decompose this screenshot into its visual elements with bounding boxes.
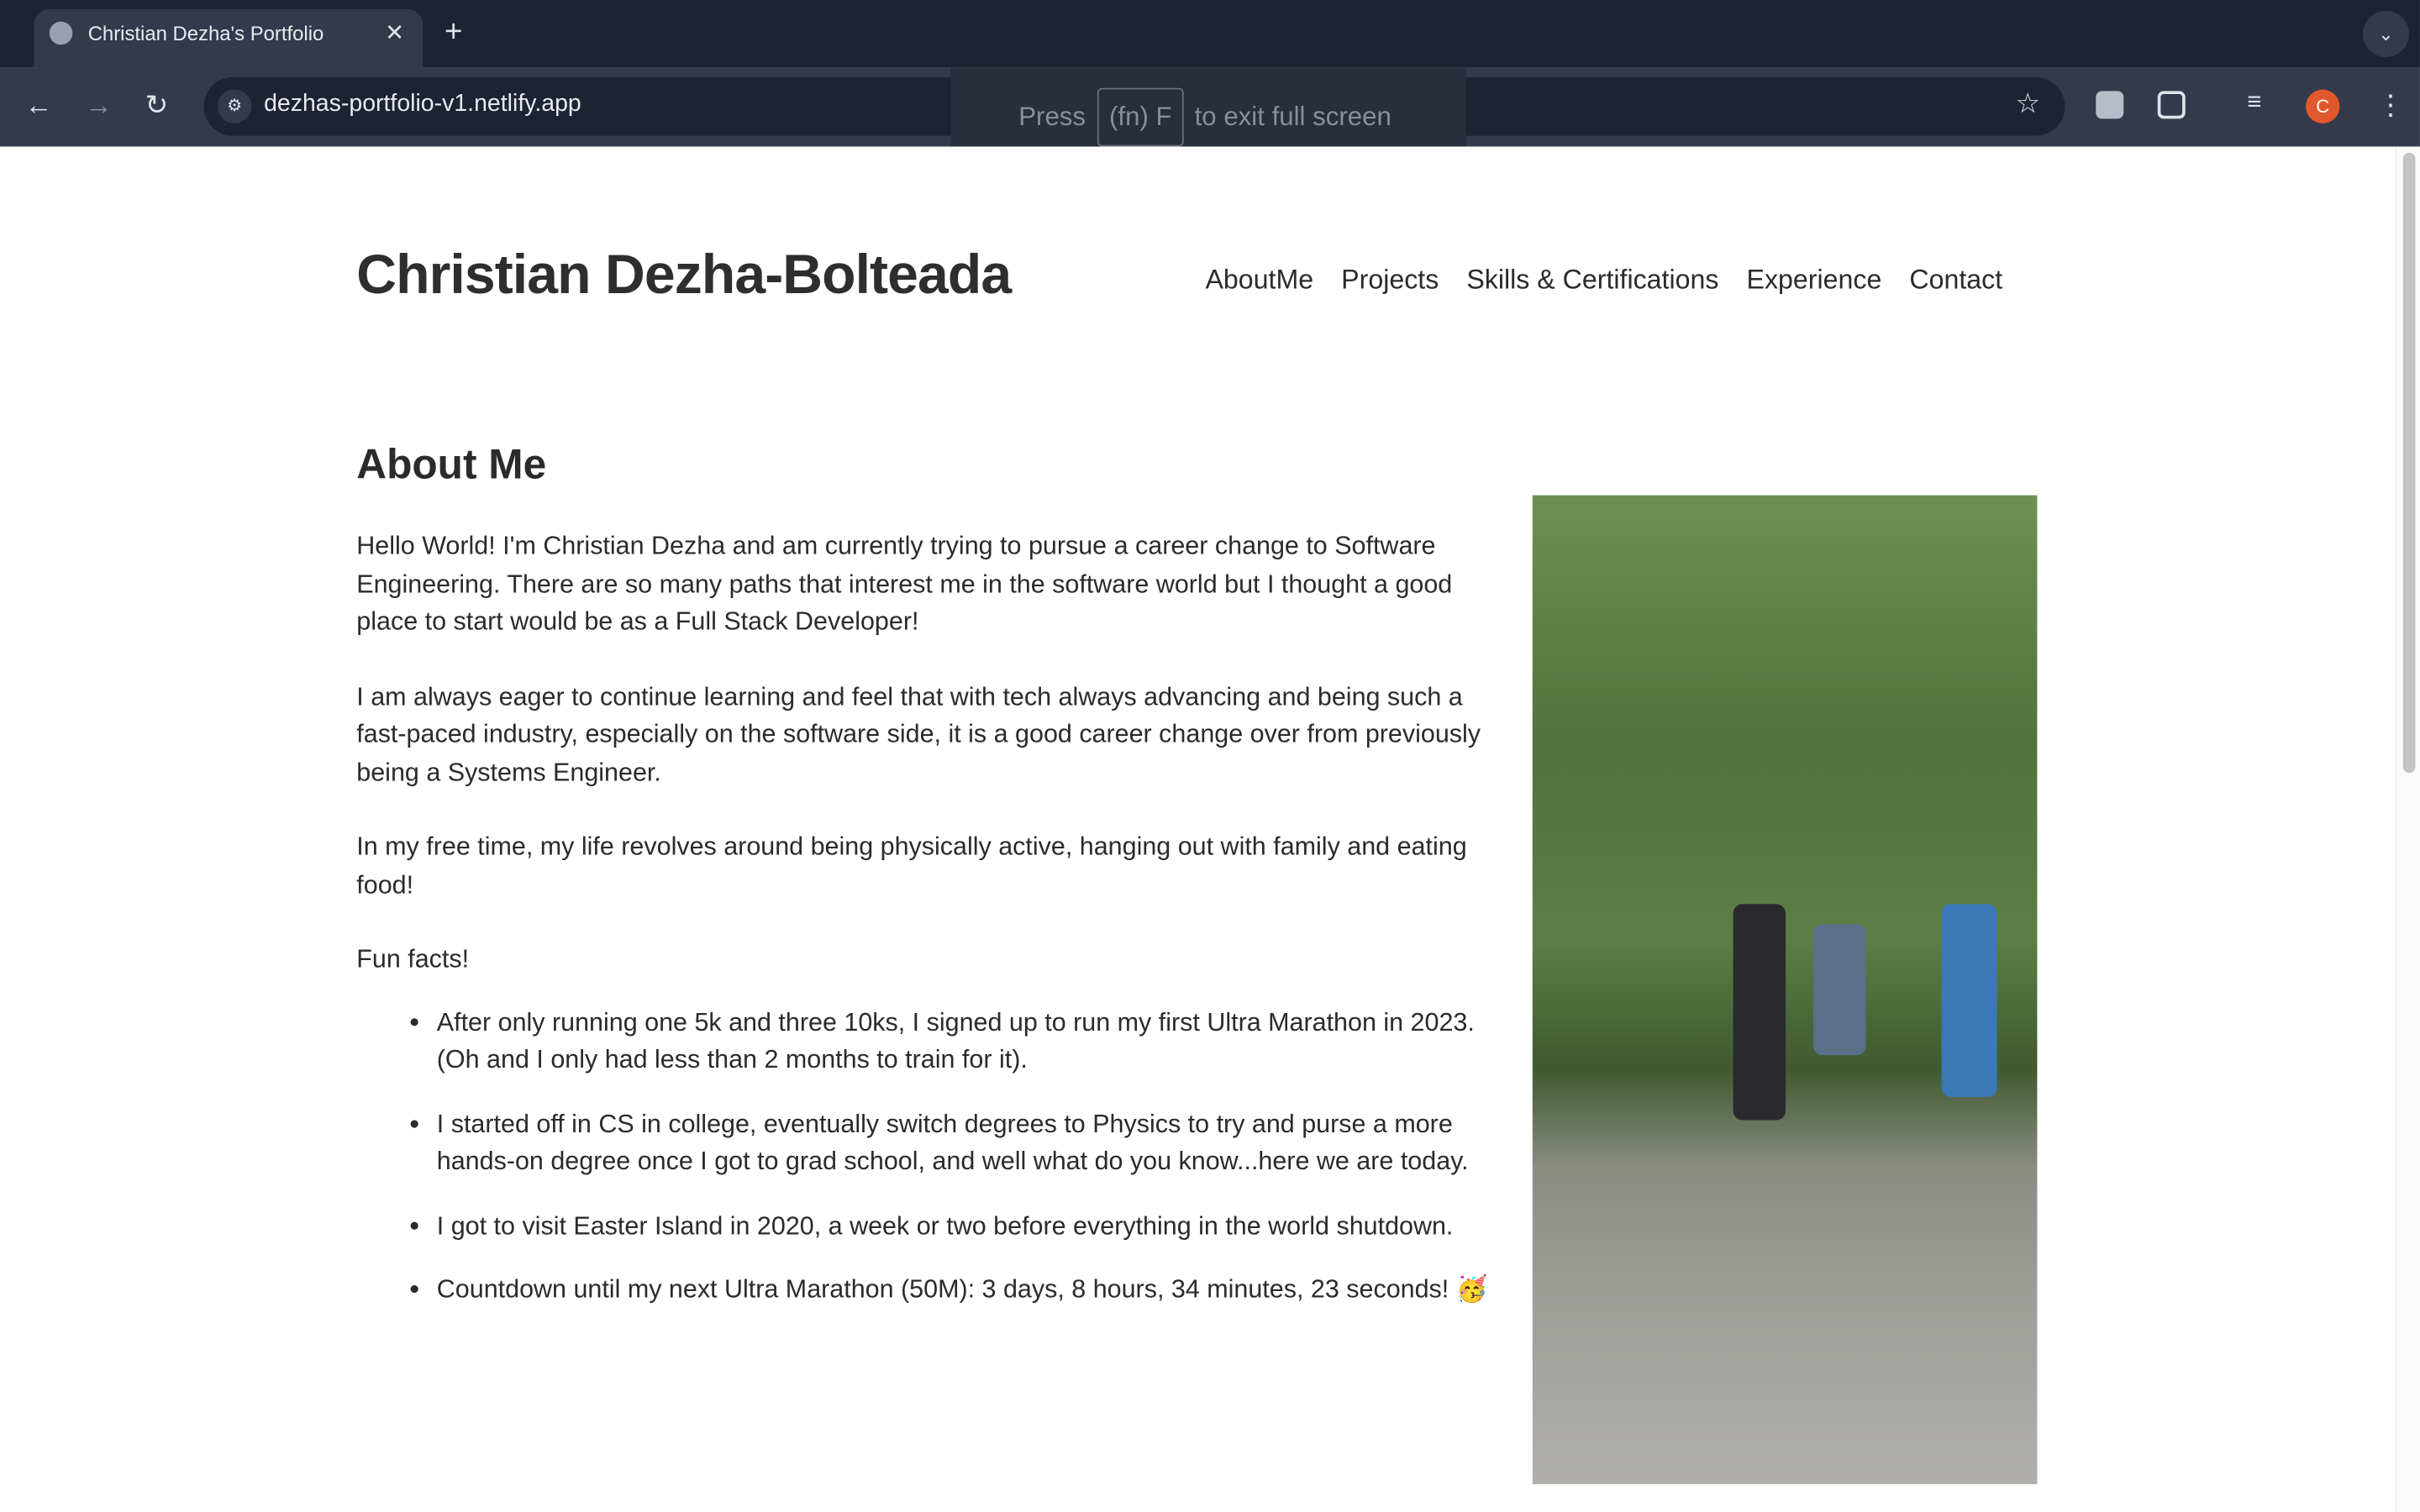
scrollbar[interactable] <box>2395 146 2420 1512</box>
fullscreen-notice: Press (fn) F to exit full screen <box>950 67 1466 160</box>
site-title: Christian Dezha-Bolteada <box>356 242 1012 306</box>
nav-experience[interactable]: Experience <box>1747 264 1882 297</box>
globe-icon <box>49 21 73 45</box>
photo-runner <box>1733 904 1786 1121</box>
list-item: I got to visit Easter Island in 2020, a … <box>437 1207 1511 1245</box>
nav-projects[interactable]: Projects <box>1341 264 1439 297</box>
list-item: I started off in CS in college, eventual… <box>437 1105 1511 1181</box>
paragraph: Hello World! I'm Christian Dezha and am … <box>356 530 1453 636</box>
profile-avatar[interactable]: C <box>2306 89 2340 123</box>
main-nav: AboutMe Projects Skills & Certifications… <box>1205 264 2002 297</box>
paragraph: Fun facts! <box>356 944 470 974</box>
site-settings-icon[interactable]: ⚙ <box>217 89 252 123</box>
media-control-icon[interactable]: ≡ <box>2247 90 2261 118</box>
about-text: Hello World! I'm Christian Dezha and am … <box>356 528 1511 1336</box>
paragraph: I am always eager to continue learning a… <box>356 680 1481 786</box>
scrollbar-thumb[interactable] <box>2402 152 2416 774</box>
chevron-down-icon[interactable]: ⌄ <box>2362 10 2410 57</box>
notice-text: to exit full screen <box>1194 102 1392 132</box>
list-item: Countdown until my next Ultra Marathon (… <box>437 1271 1511 1309</box>
tab-bar: Christian Dezha's Portfolio ✕ + ⌄ <box>0 0 2420 68</box>
puzzle-icon[interactable] <box>2157 91 2186 119</box>
tab-title: Christian Dezha's Portfolio <box>87 21 324 45</box>
section-heading: About Me <box>356 441 547 488</box>
nav-about[interactable]: AboutMe <box>1205 264 1313 297</box>
nav-contact[interactable]: Contact <box>1909 264 2002 297</box>
photo-runner <box>1941 904 1997 1097</box>
extension-icon[interactable] <box>2096 91 2124 119</box>
paragraph: In my free time, my life revolves around… <box>356 831 1467 899</box>
close-tab-icon[interactable]: ✕ <box>385 18 404 46</box>
nav-skills[interactable]: Skills & Certifications <box>1466 264 1718 297</box>
url-text[interactable]: dezhas-portfolio-v1.netlify.app <box>264 91 581 118</box>
list-item: After only running one 5k and three 10ks… <box>437 1004 1511 1079</box>
forward-icon[interactable]: → <box>85 90 113 123</box>
notice-text: Press <box>1018 102 1086 132</box>
fun-facts-list: After only running one 5k and three 10ks… <box>356 1004 1511 1310</box>
photo-runner <box>1813 924 1866 1056</box>
bookmark-star-icon[interactable]: ☆ <box>2015 88 2040 121</box>
back-icon[interactable]: ← <box>24 90 52 123</box>
menu-kebab-icon[interactable]: ⋮ <box>2377 90 2405 123</box>
page-content: Christian Dezha-Bolteada AboutMe Project… <box>0 146 2396 1512</box>
browser-tab[interactable]: Christian Dezha's Portfolio ✕ <box>34 9 424 68</box>
notice-key: (fn) F <box>1097 87 1184 147</box>
profile-photo <box>1532 495 2038 1484</box>
new-tab-icon[interactable]: + <box>445 15 462 50</box>
reload-icon[interactable]: ↻ <box>145 90 169 123</box>
screen: Christian Dezha's Portfolio ✕ + ⌄ ← → ↻ … <box>0 0 2420 1512</box>
